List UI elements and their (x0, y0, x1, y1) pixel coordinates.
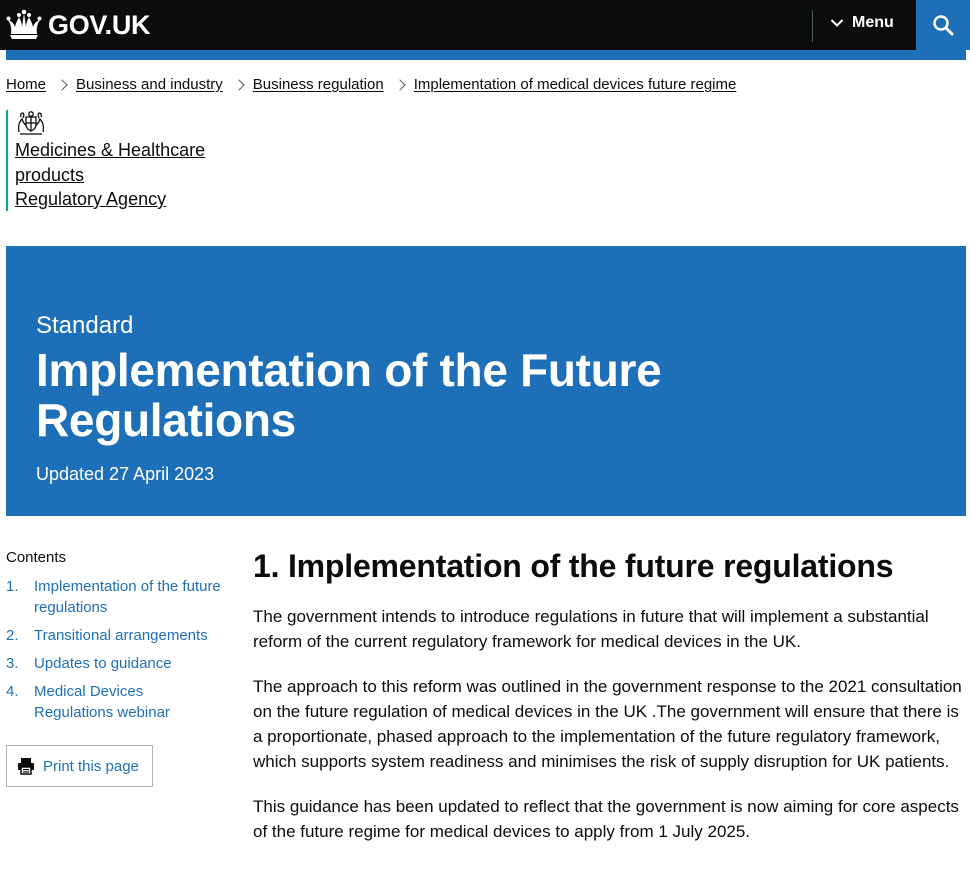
menu-button-label: Menu (852, 14, 894, 31)
organisation-logo: Medicines & Healthcare products Regulato… (6, 110, 246, 211)
body-paragraph: This guidance has been updated to reflec… (253, 797, 959, 841)
contents-list: 1. Implementation of the future regulati… (6, 576, 226, 723)
site-header: GOV.UK Menu (0, 0, 970, 50)
breadcrumb-business-and-industry[interactable]: Business and industry (76, 76, 223, 93)
breadcrumb-current-page[interactable]: Implementation of medical devices future… (414, 76, 737, 93)
chevron-down-icon (830, 19, 844, 27)
breadcrumb: Home Business and industry Business regu… (6, 76, 736, 93)
contents-item: 1. Implementation of the future regulati… (6, 576, 226, 618)
contents-item-number: 1. (6, 578, 19, 595)
breadcrumb-home[interactable]: Home (6, 76, 46, 93)
contents-nav: Contents 1. Implementation of the future… (6, 548, 226, 730)
print-button[interactable]: Print this page (6, 745, 153, 787)
crown-icon (6, 9, 42, 39)
body-paragraph: The government intends to introduce regu… (253, 607, 929, 651)
royal-coat-of-arms-icon (17, 111, 45, 135)
header-blue-bar (6, 50, 966, 60)
contents-link-implementation[interactable]: Implementation of the future regulations (34, 576, 226, 618)
section-heading: 1. Implementation of the future regulati… (253, 548, 894, 584)
printer-icon (18, 758, 34, 775)
menu-divider (812, 10, 813, 42)
search-icon (933, 15, 954, 36)
contents-title: Contents (6, 549, 67, 566)
organisation-link[interactable]: Medicines & Healthcare products Regulato… (15, 138, 246, 212)
chevron-right-icon (394, 78, 406, 91)
main-content: 1. Implementation of the future regulati… (253, 545, 970, 844)
contents-item-number: 3. (6, 655, 19, 672)
contents-link-transitional-arrangements[interactable]: Transitional arrangements (34, 625, 208, 646)
contents-item-number: 4. (6, 683, 19, 700)
contents-link-webinar[interactable]: Medical Devices Regulations webinar (34, 681, 226, 723)
body-paragraph: The approach to this reform was outlined… (253, 677, 962, 771)
chevron-right-icon (56, 78, 68, 91)
search-button[interactable] (916, 0, 970, 50)
contents-link-updates-to-guidance[interactable]: Updates to guidance (34, 653, 172, 674)
chevron-right-icon (233, 78, 245, 91)
contents-item-number: 2. (6, 627, 19, 644)
updated-date: Updated 27 April 2023 (36, 464, 215, 484)
page-hero: Standard Implementation of the Future Re… (6, 246, 966, 516)
organisation-name-line1: Medicines & Healthcare (15, 140, 206, 160)
contents-item: 3. Updates to guidance (6, 653, 226, 674)
breadcrumb-business-regulation[interactable]: Business regulation (253, 76, 384, 93)
organisation-name-line2: products (15, 164, 85, 185)
organisation-name-line3: Regulatory Agency (15, 189, 167, 209)
contents-item: 4. Medical Devices Regulations webinar (6, 681, 226, 723)
page-title: Implementation of the Future Regulations (36, 344, 662, 446)
logo-text: GOV.UK (48, 10, 151, 40)
contents-item: 2. Transitional arrangements (6, 625, 226, 646)
menu-button[interactable]: Menu (830, 14, 894, 32)
document-type: Standard (36, 312, 134, 339)
govuk-logo-link[interactable]: GOV.UK (6, 9, 151, 41)
print-button-label: Print this page (43, 757, 139, 775)
